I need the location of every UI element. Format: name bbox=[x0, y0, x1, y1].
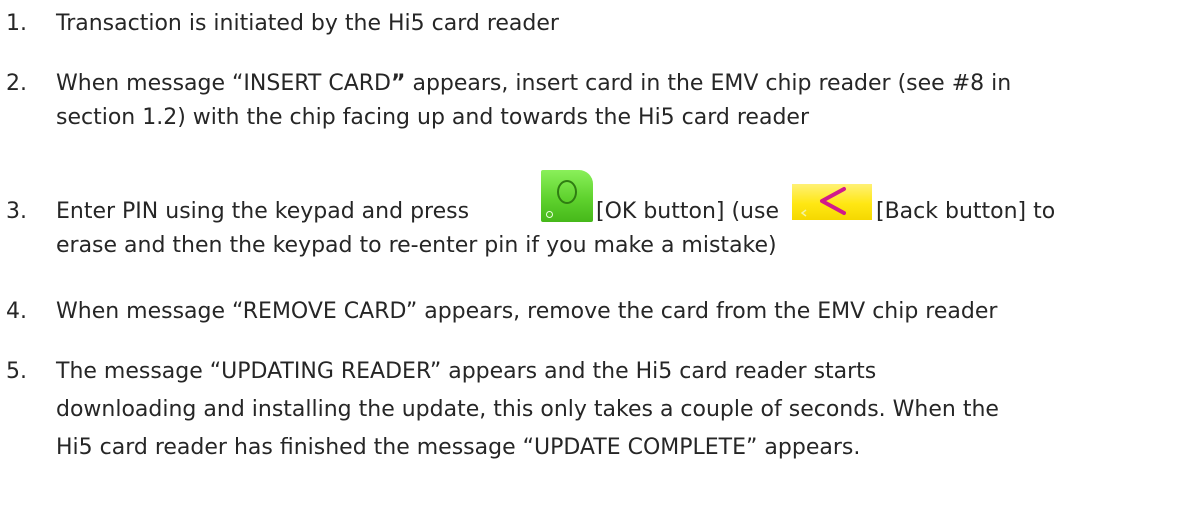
ok-button-dot-icon bbox=[546, 211, 553, 218]
step-text-line-1: The message “UPDATING READER” appears an… bbox=[56, 359, 877, 384]
step-text-line-1: When message “INSERT CARD” appears, inse… bbox=[56, 68, 1011, 100]
ok-button-icon bbox=[541, 170, 593, 222]
step-text: When message “REMOVE CARD” appears, remo… bbox=[56, 299, 998, 324]
step-text-pre: Enter PIN using the keypad and press bbox=[56, 199, 470, 224]
step-number: 3. bbox=[6, 199, 27, 224]
step-text: Transaction is initiated by the Hi5 card… bbox=[56, 11, 559, 36]
back-button-label: [Back button] to bbox=[876, 199, 1056, 224]
step-number: 5. bbox=[6, 359, 27, 384]
step-text-line-2: erase and then the keypad to re-enter pi… bbox=[56, 233, 777, 258]
ok-button-label: [OK button] (use bbox=[596, 199, 779, 224]
step-text-pre: When message “INSERT CARD bbox=[56, 71, 391, 96]
step-text-line-2: downloading and installing the update, t… bbox=[56, 397, 999, 422]
step-text-line-2: section 1.2) with the chip facing up and… bbox=[56, 105, 809, 130]
step-number: 2. bbox=[6, 71, 27, 96]
step-text-post: appears, insert card in the EMV chip rea… bbox=[405, 71, 1012, 96]
ok-button-circle-icon bbox=[557, 180, 577, 204]
back-button-icon bbox=[792, 184, 872, 220]
step-text-line-3: Hi5 card reader has finished the message… bbox=[56, 435, 861, 460]
closing-quote: ” bbox=[391, 71, 406, 96]
step-number: 4. bbox=[6, 299, 27, 324]
step-number: 1. bbox=[6, 11, 27, 36]
